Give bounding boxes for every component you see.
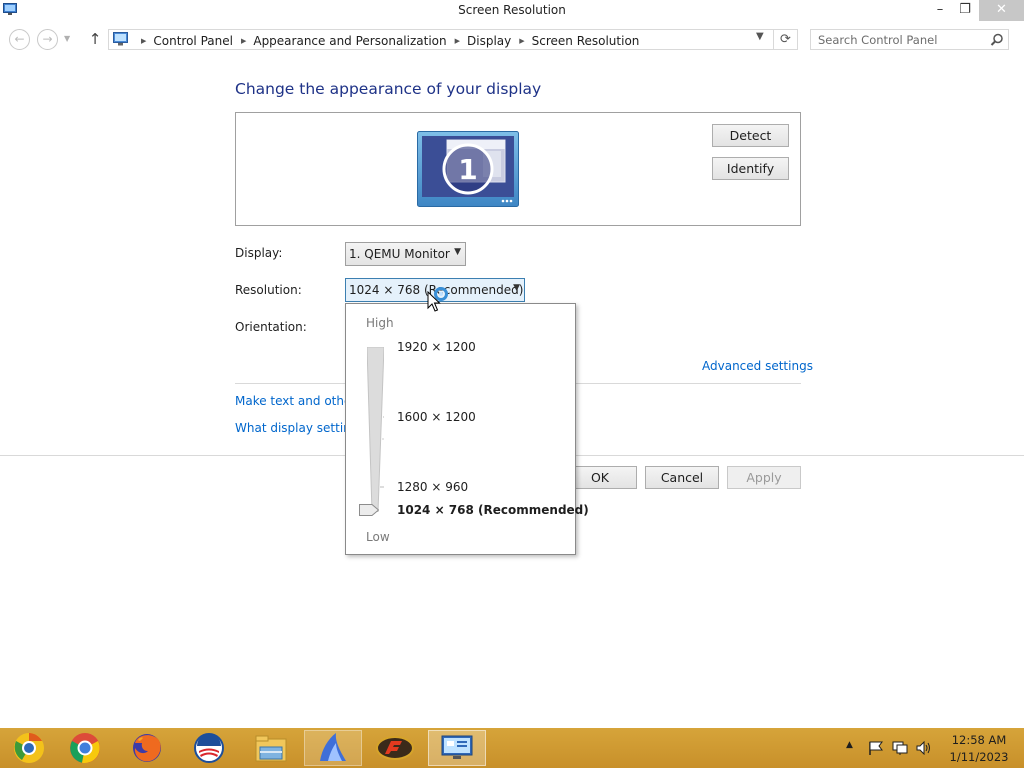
firefox-icon xyxy=(133,734,161,762)
address-history-dropdown[interactable]: ▼ xyxy=(756,31,764,42)
monitor-1-icon[interactable]: 1 xyxy=(417,131,519,207)
minimize-button[interactable]: – xyxy=(928,0,952,21)
resolution-option-1920x1200[interactable]: 1920 × 1200 xyxy=(397,340,476,354)
forward-arrow-icon: → xyxy=(42,32,53,46)
back-arrow-icon: ← xyxy=(14,32,25,46)
back-button[interactable]: ← xyxy=(9,29,30,50)
taskbar-shark-app[interactable] xyxy=(304,730,362,766)
taskbar-chrome[interactable] xyxy=(56,730,114,766)
taskbar: ▲ 12:58 AM 1/11/2023 xyxy=(0,728,1024,768)
up-arrow-icon: ↑ xyxy=(88,30,102,48)
forward-button[interactable]: → xyxy=(37,29,58,50)
mouse-pointer-icon xyxy=(427,291,441,312)
low-label: Low xyxy=(366,530,390,544)
volume-icon[interactable] xyxy=(916,741,932,755)
refresh-icon: ⟳ xyxy=(780,32,791,47)
action-center-flag-icon[interactable] xyxy=(868,741,884,755)
page-title: Change the appearance of your display xyxy=(235,80,542,98)
up-button[interactable]: ↑ xyxy=(86,29,104,49)
resolution-option-1280x960[interactable]: 1280 × 960 xyxy=(397,480,468,494)
identify-button[interactable]: Identify xyxy=(712,157,789,180)
clock-time[interactable]: 12:58 AM xyxy=(940,733,1018,747)
breadcrumb-separator-icon[interactable]: ▶ xyxy=(519,37,524,45)
refresh-button[interactable]: ⟳ xyxy=(774,29,798,50)
close-button[interactable]: ✕ xyxy=(979,0,1024,21)
resolution-slider-thumb[interactable] xyxy=(359,504,379,516)
chrome-canary-icon xyxy=(14,733,44,763)
control-panel-icon xyxy=(113,32,128,46)
search-icon[interactable] xyxy=(990,33,1004,47)
chrome-icon xyxy=(70,733,100,763)
maximize-button[interactable]: ❐ xyxy=(953,0,977,21)
control-panel-icon xyxy=(441,735,473,759)
breadcrumb-separator-icon[interactable]: ▶ xyxy=(241,37,246,45)
display-select[interactable]: 1. QEMU Monitor ▼ xyxy=(345,242,466,266)
taskbar-crossfire[interactable] xyxy=(366,730,424,766)
breadcrumb-display[interactable]: Display xyxy=(467,34,511,48)
breadcrumb-control-panel[interactable]: Control Panel xyxy=(153,34,233,48)
display-settings-help-link[interactable]: What display settin xyxy=(235,421,351,435)
address-bar[interactable]: ▶ Control Panel ▶ Appearance and Persona… xyxy=(108,29,774,50)
resolution-option-1600x1200[interactable]: 1600 × 1200 xyxy=(397,410,476,424)
show-hidden-icons-button[interactable]: ▲ xyxy=(846,740,862,754)
advanced-settings-link[interactable]: Advanced settings xyxy=(702,359,813,373)
resolution-slider-track[interactable] xyxy=(367,347,384,512)
make-text-larger-link[interactable]: Make text and other xyxy=(235,394,356,408)
chevron-down-icon: ▼ xyxy=(454,247,461,257)
taskbar-firefox[interactable] xyxy=(118,730,176,766)
network-icon[interactable] xyxy=(892,741,908,755)
detect-button[interactable]: Detect xyxy=(712,124,789,147)
crossfire-icon xyxy=(376,736,414,760)
orientation-label: Orientation: xyxy=(235,320,307,334)
apply-button: Apply xyxy=(727,466,801,489)
taskbar-control-panel[interactable] xyxy=(428,730,486,766)
file-explorer-icon xyxy=(255,735,287,762)
recent-locations-dropdown[interactable]: ▼ xyxy=(64,34,70,43)
breadcrumb-separator-icon: ▶ xyxy=(141,36,147,45)
cancel-button[interactable]: Cancel xyxy=(645,466,719,489)
breadcrumb-appearance[interactable]: Appearance and Personalization xyxy=(253,34,446,48)
system-tray: ▲ xyxy=(840,728,940,768)
obama-logo-icon xyxy=(194,733,224,763)
title-bar: Screen Resolution – ❐ ✕ xyxy=(0,0,1024,22)
search-placeholder: Search Control Panel xyxy=(818,33,938,47)
breadcrumb-separator-icon[interactable]: ▶ xyxy=(455,37,460,45)
breadcrumb-screen-resolution[interactable]: Screen Resolution xyxy=(532,34,640,48)
search-input[interactable]: Search Control Panel xyxy=(810,29,1009,50)
resolution-label: Resolution: xyxy=(235,283,302,297)
taskbar-chrome-canary[interactable] xyxy=(0,730,58,766)
monitor-number: 1 xyxy=(458,153,477,186)
shark-app-icon xyxy=(320,733,346,761)
chevron-down-icon: ▼ xyxy=(513,283,520,293)
display-label: Display: xyxy=(235,246,283,260)
clock-date[interactable]: 1/11/2023 xyxy=(940,750,1018,764)
taskbar-file-explorer[interactable] xyxy=(242,730,300,766)
taskbar-obama-app[interactable] xyxy=(180,730,238,766)
high-label: High xyxy=(366,316,394,330)
resolution-option-1024x768[interactable]: 1024 × 768 (Recommended) xyxy=(397,503,589,517)
breadcrumb: ▶ Control Panel ▶ Appearance and Persona… xyxy=(133,31,639,50)
resolution-dropdown-popup: High 1920 × 1200 1600 × 1200 1280 × 960 … xyxy=(345,303,589,555)
window-title: Screen Resolution xyxy=(458,3,566,17)
display-select-value: 1. QEMU Monitor xyxy=(349,247,450,261)
